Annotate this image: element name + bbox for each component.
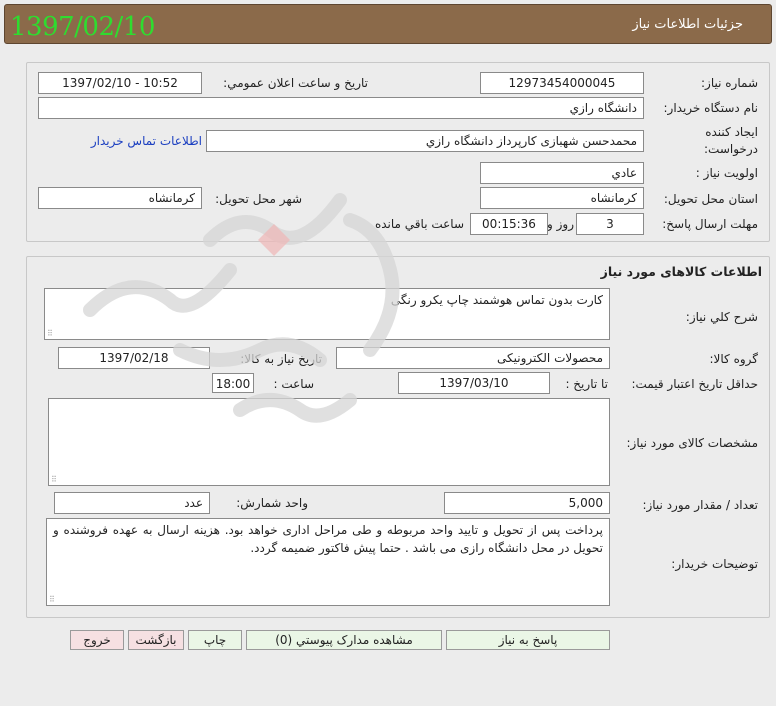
priority-field: عادي: [480, 162, 644, 184]
window-title: جزئیات اطلاعات نیاز: [632, 17, 743, 32]
announce-date-label: تاریخ و ساعت اعلان عمومي:: [223, 76, 368, 90]
resize-grip-icon[interactable]: ⠿: [51, 476, 57, 484]
deadline-label: مهلت ارسال پاسخ:: [662, 217, 758, 231]
exit-button[interactable]: خروج: [70, 630, 124, 650]
resize-grip-icon[interactable]: ⠿: [49, 596, 55, 604]
buyer-label: نام دستگاه خریدار:: [663, 101, 759, 115]
announce-date-field: 1397/02/10 - 10:52: [38, 72, 202, 94]
until-date-field: 1397/03/10: [398, 372, 550, 394]
date-stamp: 1397/02/10: [10, 12, 155, 42]
creator-label-line2: درخواست:: [704, 142, 758, 156]
need-date-field: 1397/02/18: [58, 347, 210, 369]
province-field: کرمانشاه: [480, 187, 644, 209]
resize-grip-icon[interactable]: ⠿: [47, 330, 53, 338]
view-attachments-button[interactable]: مشاهده مدارک پیوستي (0): [246, 630, 442, 650]
unit-field: عدد: [54, 492, 210, 514]
days-text: روز و: [547, 217, 574, 231]
city-label: شهر محل تحویل:: [215, 192, 302, 206]
hour-field: 18:00: [212, 373, 254, 393]
need-number-field: 12973454000045: [480, 72, 644, 94]
back-button[interactable]: بازگشت: [128, 630, 184, 650]
need-description-text: کارت بدون تماس هوشمند چاپ یکرو رنگی: [390, 293, 603, 307]
creator-label-line1: ایجاد کننده: [705, 125, 758, 139]
city-field: کرمانشاه: [38, 187, 202, 209]
priority-label: اولویت نیاز :: [695, 166, 758, 180]
goods-group-field: محصولات الکترونیکی: [336, 347, 610, 369]
creator-field: محمدحسن شهبازی کارپرداز دانشگاه رازي: [206, 130, 644, 152]
remaining-text: ساعت باقي مانده: [374, 217, 464, 231]
buyer-notes-label: توضیحات خریدار:: [671, 557, 758, 571]
need-number-label: شماره نیاز:: [701, 76, 758, 90]
buyer-field: دانشگاه رازي: [38, 97, 644, 119]
unit-label: واحد شمارش:: [236, 496, 308, 510]
need-description-label: شرح کلي نیاز:: [685, 310, 758, 324]
quantity-label: تعداد / مقدار مورد نیاز:: [642, 498, 758, 512]
need-description-field: کارت بدون تماس هوشمند چاپ یکرو رنگی ⠿: [44, 288, 610, 340]
min-validity-label: حداقل تاریخ اعتبار قیمت:: [631, 377, 758, 391]
specs-label: مشخصات کالای مورد نیاز:: [626, 436, 758, 450]
hour-label: ساعت :: [273, 377, 314, 391]
reply-to-need-button[interactable]: پاسخ به نیاز: [446, 630, 610, 650]
buyer-contact-link[interactable]: اطلاعات تماس خریدار: [91, 134, 202, 148]
until-date-label: تا تاریخ :: [565, 377, 608, 391]
goods-group-label: گروه کالا:: [709, 352, 759, 366]
goods-section-title: اطلاعات کالاهای مورد نیاز: [600, 264, 762, 279]
time-remaining-field: 00:15:36: [470, 213, 548, 235]
buyer-notes-field: پرداخت پس از تحویل و تایید واحد مربوطه و…: [46, 518, 610, 606]
specs-field: ⠿: [48, 398, 610, 486]
province-label: استان محل تحویل:: [663, 192, 758, 206]
quantity-field: 5,000: [444, 492, 610, 514]
buyer-notes-text: پرداخت پس از تحویل و تایید واحد مربوطه و…: [53, 523, 603, 555]
print-button[interactable]: چاپ: [188, 630, 242, 650]
days-remaining-field: 3: [576, 213, 644, 235]
need-date-label: تاریخ نیاز به کالا:: [240, 352, 322, 366]
